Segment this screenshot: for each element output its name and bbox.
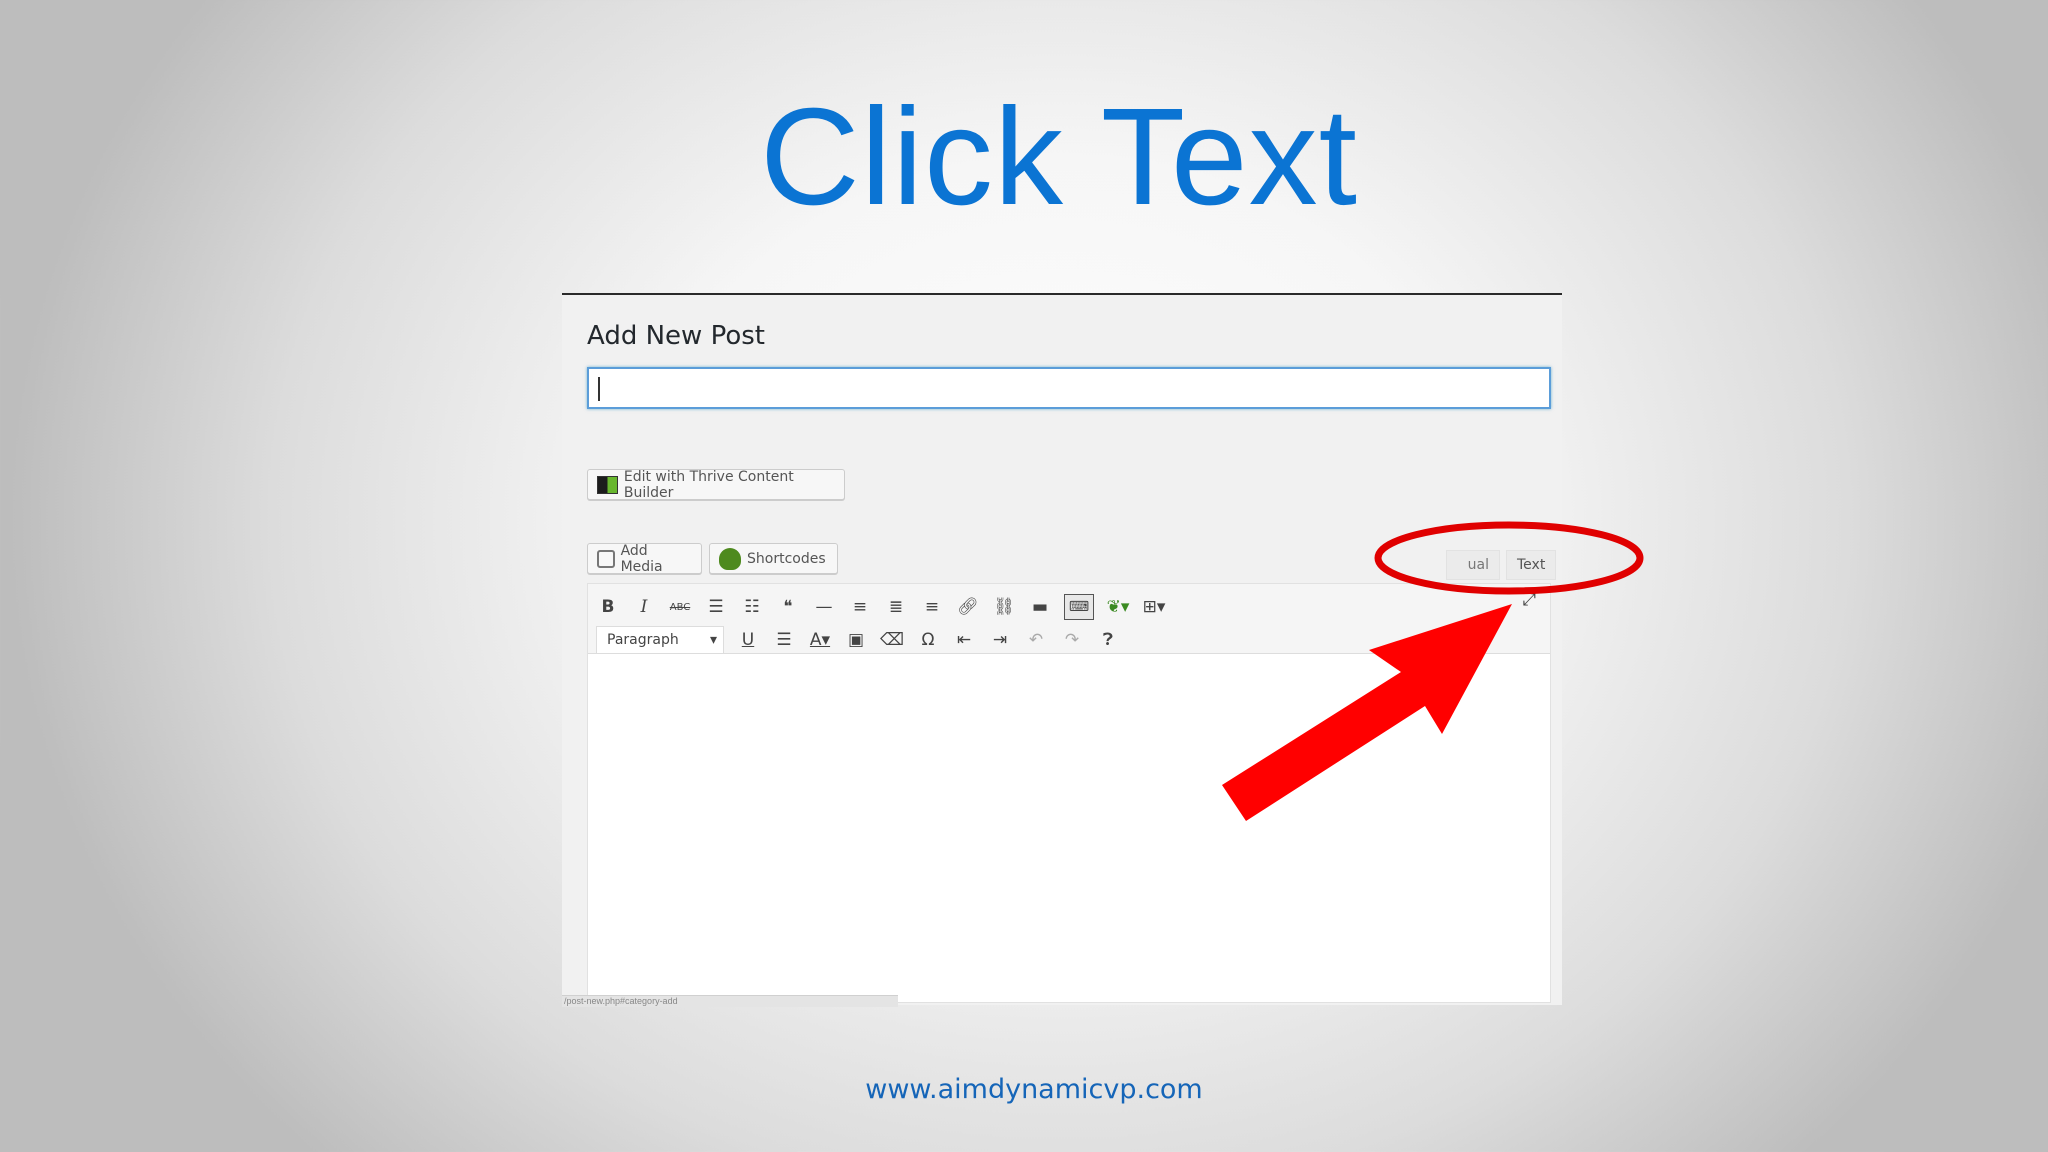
align-center-icon[interactable]: ≣ xyxy=(884,597,908,617)
add-media-button[interactable]: Add Media xyxy=(587,542,702,575)
special-char-icon[interactable]: Ω xyxy=(916,630,940,650)
tcb-button-label: Edit with Thrive Content Builder xyxy=(623,468,794,501)
tab-visual[interactable]: ual xyxy=(1446,550,1500,580)
remove-link-icon[interactable]: ⛓︎ xyxy=(992,597,1016,617)
add-media-label: Add Media xyxy=(620,542,663,575)
bold-icon[interactable]: B xyxy=(596,597,620,617)
justify-icon[interactable]: ☰ xyxy=(772,630,796,650)
thrive-builder-icon xyxy=(597,475,618,494)
page-heading: Add New Post xyxy=(587,321,765,351)
numbered-list-icon[interactable]: ☷ xyxy=(740,597,764,617)
insert-link-icon[interactable]: 🔗︎ xyxy=(956,597,980,617)
italic-icon[interactable]: I xyxy=(632,597,656,617)
post-title-input[interactable] xyxy=(587,367,1551,409)
underline-icon[interactable]: U xyxy=(736,630,760,650)
grid-icon[interactable]: ⊞▾ xyxy=(1142,597,1166,617)
editor-tabs: ual Text xyxy=(1446,550,1557,580)
indent-icon[interactable]: ⇥ xyxy=(988,630,1012,650)
outdent-icon[interactable]: ⇤ xyxy=(952,630,976,650)
shortcodes-label: Shortcodes xyxy=(747,550,826,567)
fullscreen-icon[interactable]: ⤢ xyxy=(1522,590,1536,610)
format-select[interactable]: Paragraph ▾ xyxy=(596,626,724,654)
status-bar: /post-new.php#category-add xyxy=(562,995,898,1007)
align-left-icon[interactable]: ≡ xyxy=(848,597,872,617)
toolbar-row-2: Paragraph ▾ U ☰ A▾ ▣ ⌫ Ω ⇤ ⇥ ↶ ↷ ❓︎ xyxy=(596,625,1120,655)
align-right-icon[interactable]: ≡ xyxy=(920,597,944,617)
wp-editor-screenshot: Add New Post Edit with Thrive Content Bu… xyxy=(562,293,1562,1007)
editor-toolbar: B I ABC ☰ ☷ ❝ — ≡ ≣ ≡ 🔗︎ ⛓︎ ▬ ⌨︎ ❦▾ ⊞▾ P… xyxy=(588,584,1550,654)
undo-icon[interactable]: ↶ xyxy=(1024,630,1048,650)
toolbar-toggle-icon[interactable]: ⌨︎ xyxy=(1064,594,1094,620)
toolbar-row-1: B I ABC ☰ ☷ ❝ — ≡ ≣ ≡ 🔗︎ ⛓︎ ▬ ⌨︎ ❦▾ ⊞▾ xyxy=(596,592,1166,622)
chevron-down-icon: ▾ xyxy=(709,632,717,648)
help-icon[interactable]: ❓︎ xyxy=(1096,630,1120,650)
redo-icon[interactable]: ↷ xyxy=(1060,630,1084,650)
media-icon xyxy=(597,549,615,568)
tab-text[interactable]: Text xyxy=(1506,550,1557,580)
bullet-list-icon[interactable]: ☰ xyxy=(704,597,728,617)
format-select-value: Paragraph xyxy=(607,632,679,648)
frog-icon xyxy=(719,547,741,570)
read-more-icon[interactable]: ▬ xyxy=(1028,597,1052,617)
content-editor[interactable]: B I ABC ☰ ☷ ❝ — ≡ ≣ ≡ 🔗︎ ⛓︎ ▬ ⌨︎ ❦▾ ⊞▾ P… xyxy=(587,583,1551,1003)
horizontal-line-icon[interactable]: — xyxy=(812,597,836,617)
clear-format-icon[interactable]: ⌫ xyxy=(880,630,904,650)
leaf-icon[interactable]: ❦▾ xyxy=(1106,597,1130,617)
text-caret xyxy=(598,377,600,401)
strikethrough-icon[interactable]: ABC xyxy=(668,602,692,613)
footer-url: www.aimdynamicvp.com xyxy=(865,1074,1203,1105)
shortcodes-button[interactable]: Shortcodes xyxy=(709,543,838,574)
blockquote-icon[interactable]: ❝ xyxy=(776,597,800,617)
text-color-icon[interactable]: A▾ xyxy=(808,630,832,650)
edit-with-thrive-button[interactable]: Edit with Thrive Content Builder xyxy=(587,468,845,501)
slide-title: Click Text xyxy=(760,80,1358,234)
paste-text-icon[interactable]: ▣ xyxy=(844,630,868,650)
